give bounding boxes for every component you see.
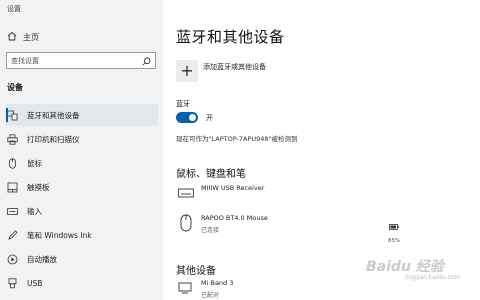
keyboard-icon xyxy=(6,205,18,217)
home-icon xyxy=(7,31,23,43)
autoplay-icon xyxy=(6,253,18,265)
sidebar-item-label: 蓝牙和其他设备 xyxy=(27,110,80,120)
sidebar-item-autoplay[interactable]: 自动播放 xyxy=(6,248,158,270)
sidebar-item-pen[interactable]: 笔和 Windows Ink xyxy=(6,224,158,246)
printer-icon xyxy=(6,133,18,145)
sidebar-item-label: 触摸板 xyxy=(27,182,50,192)
device-name: MIIIW USB Receiver xyxy=(201,184,265,192)
sidebar-item-mouse[interactable]: 鼠标 xyxy=(6,152,158,174)
sidebar-item-printers[interactable]: 打印机和扫描仪 xyxy=(6,128,158,150)
band-device-icon xyxy=(176,279,196,297)
search-icon[interactable] xyxy=(142,51,151,70)
page-title: 蓝牙和其他设备 xyxy=(176,28,285,46)
bluetooth-toggle[interactable] xyxy=(176,112,198,123)
plus-icon: + xyxy=(176,60,198,82)
device-name: Mi Band 3 xyxy=(201,279,234,287)
sidebar: 设置 主页 设备 蓝牙和其他设备 打印机和扫描仪 xyxy=(0,0,163,300)
sidebar-item-label: 自动播放 xyxy=(27,254,57,264)
sidebar-item-label: USB xyxy=(27,278,43,288)
sidebar-item-label: 输入 xyxy=(27,206,42,216)
sidebar-item-typing[interactable]: 输入 xyxy=(6,200,158,222)
sidebar-item-label: 笔和 Windows Ink xyxy=(27,230,92,240)
device-name: RAPOO BT4.0 Mouse xyxy=(201,214,268,222)
device-status: 已配对 xyxy=(201,292,220,299)
device-status: 已连接 xyxy=(201,227,220,234)
keyboard-device-icon xyxy=(176,184,196,202)
other-devices-heading: 其他设备 xyxy=(176,266,216,277)
device-mi-band[interactable]: Mi Band 3 已配对 xyxy=(176,279,233,299)
sidebar-item-bluetooth[interactable]: 蓝牙和其他设备 xyxy=(6,104,158,126)
search-input[interactable] xyxy=(11,56,129,65)
toggle-state-label: 开 xyxy=(206,113,213,122)
battery-indicator: 85% xyxy=(388,215,400,244)
add-device-button[interactable]: + 添加蓝牙或其他设备 xyxy=(176,60,266,82)
sidebar-item-label: 打印机和扫描仪 xyxy=(27,134,80,144)
window-title: 设置 xyxy=(7,5,21,13)
discoverable-text: 现在可作为"LAPTOP-7APU948"被检测到 xyxy=(176,135,298,143)
baidu-watermark: Baidu 经验 xyxy=(366,259,444,275)
pen-icon xyxy=(6,229,18,241)
battery-percent: 85% xyxy=(388,238,401,244)
home-label: 主页 xyxy=(23,32,39,42)
device-miiiw-receiver[interactable]: MIIIW USB Receiver xyxy=(176,184,264,202)
device-rapoo-mouse[interactable]: RAPOO BT4.0 Mouse 已连接 xyxy=(176,214,268,234)
bluetooth-toggle-row: 开 xyxy=(176,112,213,123)
settings-window: 设置 主页 设备 蓝牙和其他设备 打印机和扫描仪 xyxy=(0,0,480,300)
usb-icon xyxy=(6,277,18,289)
sidebar-item-touchpad[interactable]: 触摸板 xyxy=(6,176,158,198)
sidebar-item-label: 鼠标 xyxy=(27,158,42,168)
battery-icon xyxy=(389,215,399,234)
bluetooth-devices-icon xyxy=(6,109,18,121)
section-label: 设备 xyxy=(7,83,23,92)
bluetooth-label: 蓝牙 xyxy=(176,100,190,108)
mouse-keyboard-pen-heading: 鼠标、键盘和笔 xyxy=(176,169,246,180)
mouse-device-icon xyxy=(176,214,196,232)
search-box[interactable] xyxy=(6,52,156,69)
touchpad-icon xyxy=(6,181,18,193)
baidu-watermark-url: jingyan.baidu.com xyxy=(405,274,461,281)
mouse-icon xyxy=(6,157,18,169)
sidebar-item-usb[interactable]: USB xyxy=(6,272,158,294)
home-link[interactable]: 主页 xyxy=(7,31,39,43)
add-device-label: 添加蓝牙或其他设备 xyxy=(203,63,266,71)
